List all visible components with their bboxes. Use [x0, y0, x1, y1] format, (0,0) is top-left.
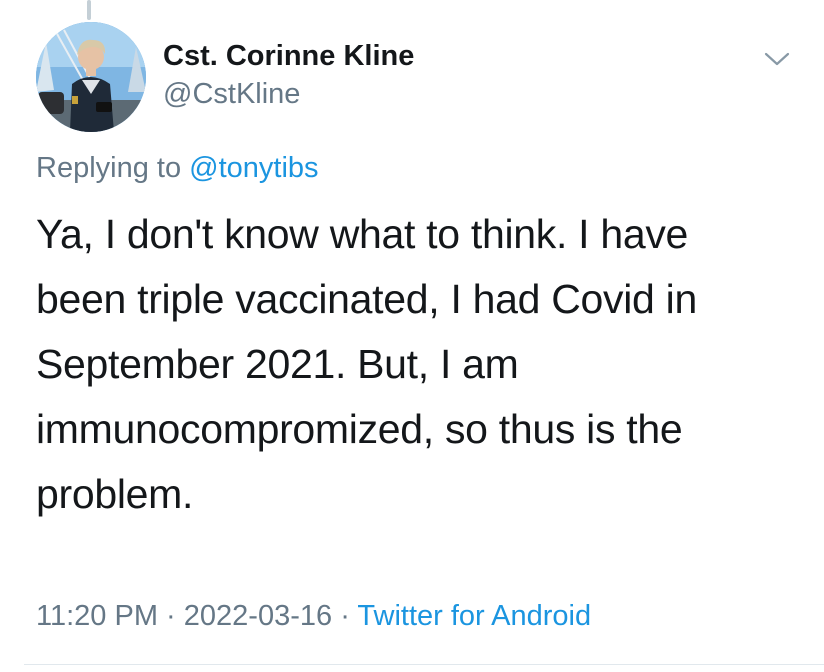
meta-separator: ·	[340, 600, 350, 632]
tweet-date[interactable]: 2022-03-16	[184, 600, 332, 632]
author-display-name[interactable]: Cst. Corinne Kline	[163, 38, 414, 74]
avatar[interactable]	[36, 22, 146, 132]
tweet-meta: 11:20 PM · 2022-03-16 · Twitter for Andr…	[36, 597, 591, 635]
thread-connector-line	[87, 0, 91, 20]
tweet-source-link[interactable]: Twitter for Android	[357, 600, 591, 632]
tweet-text-line: September 2021. But, I am	[36, 341, 519, 387]
replying-to-prefix: Replying to	[36, 152, 182, 184]
author-handle[interactable]: @CstKline	[163, 76, 414, 112]
tweet-text-line: been triple vaccinated, I had Covid in	[36, 276, 697, 322]
tweet-text-line: Ya, I don't know what to think. I have	[36, 211, 689, 257]
tweet-text-line: immunocompromized, so thus is the	[36, 406, 683, 452]
tweet-text: Ya, I don't know what to think. I have b…	[36, 202, 796, 527]
tweet-text-line: problem.	[36, 471, 194, 517]
meta-separator: ·	[166, 600, 176, 632]
reply-mention-link[interactable]: @tonytibs	[189, 152, 318, 184]
replying-to: Replying to @tonytibs	[36, 150, 319, 186]
tweet-time[interactable]: 11:20 PM	[36, 600, 158, 632]
avatar-image	[36, 22, 146, 132]
chevron-down-icon[interactable]	[760, 44, 794, 74]
tweet-author[interactable]: Cst. Corinne Kline @CstKline	[163, 38, 414, 112]
divider	[24, 664, 824, 665]
